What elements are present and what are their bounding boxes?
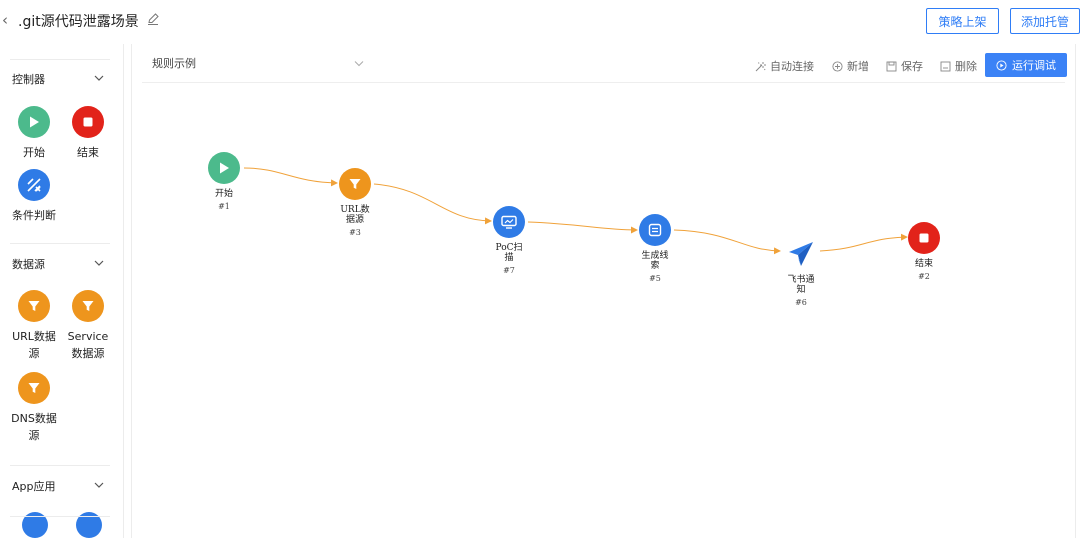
node-label-line: 索 <box>650 261 660 271</box>
palette-item-service-datasource[interactable]: Service数据源 <box>60 290 116 362</box>
divider <box>10 59 110 60</box>
node-id: #7 <box>503 266 515 275</box>
node-label: 结束 <box>914 259 933 269</box>
flow-edge[interactable] <box>673 229 781 255</box>
flow-edge[interactable] <box>373 183 492 225</box>
flow-node-end[interactable]: 结束 #2 <box>894 222 954 281</box>
section-title-datasource[interactable]: 数据源 <box>12 256 45 272</box>
node-label-line: PoC扫 <box>495 243 523 253</box>
flow-node-feishu-notify[interactable]: 飞书通 知 #6 <box>771 238 831 307</box>
node-label: 开始 <box>214 189 233 199</box>
node-label: PoC扫 描 <box>479 243 539 263</box>
palette-item-label: URL数据源 <box>12 330 56 360</box>
node-id: #6 <box>795 298 807 307</box>
play-icon <box>18 106 50 138</box>
add-hosting-button[interactable]: 添加托管 <box>1010 8 1080 34</box>
component-palette: 控制器 开始 结束 条件判断 数据源 URL数据源 Service数据源 DNS… <box>0 44 124 538</box>
palette-item-label: 条件判断 <box>12 209 56 222</box>
page-title: .git源代码泄露场景 <box>18 14 139 30</box>
filter-icon <box>18 290 50 322</box>
divider <box>10 243 110 244</box>
flow-node-poc-scan[interactable]: PoC扫 描 #7 <box>479 206 539 275</box>
node-label-line: 飞书通 <box>787 275 815 285</box>
palette-item-label: 结束 <box>77 146 99 159</box>
node-label: 生成线 索 <box>625 251 685 271</box>
flow-node-start[interactable]: 开始 #1 <box>194 152 254 211</box>
paper-plane-icon <box>785 238 817 270</box>
section-title-controller[interactable]: 控制器 <box>12 71 45 87</box>
play-icon <box>208 152 240 184</box>
node-label-line: URL数 <box>340 205 370 215</box>
flow-node-url-datasource[interactable]: URL数 据源 #3 <box>325 168 385 237</box>
condition-icon <box>18 169 50 201</box>
flow-node-generate-clue[interactable]: 生成线 索 #5 <box>625 214 685 283</box>
node-label: URL数 据源 <box>325 205 385 225</box>
palette-item-label: Service数据源 <box>67 330 109 360</box>
flow-edge[interactable] <box>243 167 338 187</box>
flow-edge[interactable] <box>527 221 638 234</box>
monitor-icon <box>493 206 525 238</box>
stop-icon <box>72 106 104 138</box>
palette-item-label: 开始 <box>23 146 45 159</box>
divider <box>10 465 110 466</box>
stop-icon <box>908 222 940 254</box>
chevron-down-icon[interactable] <box>94 259 104 267</box>
palette-item-end[interactable]: 结束 <box>60 106 116 161</box>
filter-icon <box>339 168 371 200</box>
node-id: #2 <box>918 272 930 281</box>
header-bar: ‹ .git源代码泄露场景 策略上架 添加托管 <box>0 0 1080 44</box>
palette-bottom-divider <box>10 516 110 517</box>
flow-edges <box>243 167 908 255</box>
palette-item-start[interactable]: 开始 <box>6 106 62 161</box>
node-id: #3 <box>349 228 361 237</box>
document-icon <box>639 214 671 246</box>
chevron-down-icon[interactable] <box>94 74 104 82</box>
node-label-line: 描 <box>504 253 514 263</box>
node-label-line: 据源 <box>345 215 364 225</box>
palette-item-dns-datasource[interactable]: DNS数据源 <box>6 372 62 444</box>
node-label-line: 生成线 <box>641 251 669 261</box>
node-id: #1 <box>218 202 230 211</box>
section-title-app[interactable]: App应用 <box>12 478 56 494</box>
node-label: 飞书通 知 <box>771 275 831 295</box>
palette-item-label: DNS数据源 <box>11 412 57 442</box>
workflow-canvas-panel: 规则示例 自动连接 新增 保存 删除 运行调试 开始 #1 URL数 据源 #3… <box>131 44 1076 538</box>
palette-item-condition[interactable]: 条件判断 <box>6 169 62 224</box>
edit-icon[interactable] <box>146 12 160 26</box>
filter-icon <box>72 290 104 322</box>
palette-item-url-datasource[interactable]: URL数据源 <box>6 290 62 362</box>
back-arrow-icon[interactable]: ‹ <box>2 11 8 29</box>
filter-icon <box>18 372 50 404</box>
node-label-line: 知 <box>796 285 806 295</box>
chevron-down-icon[interactable] <box>94 481 104 489</box>
publish-strategy-button[interactable]: 策略上架 <box>926 8 999 34</box>
node-id: #5 <box>649 274 661 283</box>
